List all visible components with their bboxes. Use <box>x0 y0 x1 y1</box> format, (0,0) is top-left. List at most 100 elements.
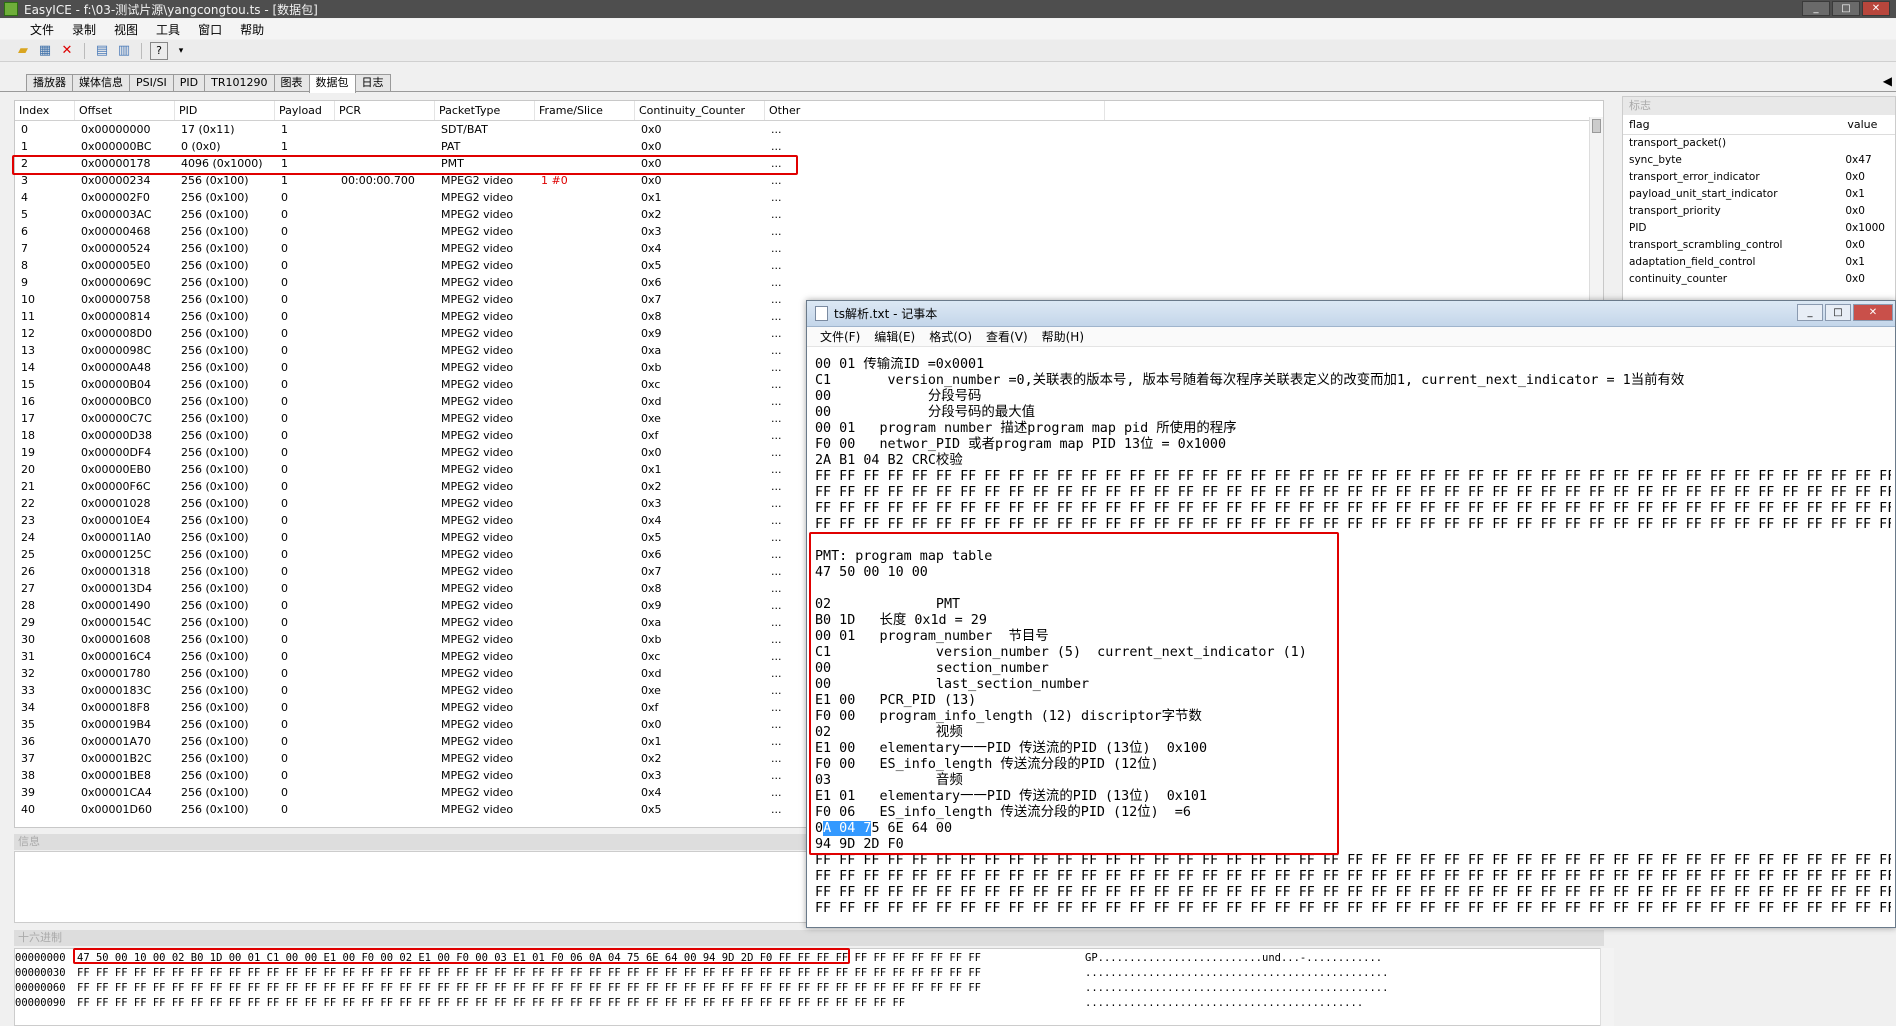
hex-bytes[interactable]: FF FF FF FF FF FF FF FF FF FF FF FF FF F… <box>77 966 981 981</box>
cell-index: 18 <box>21 429 35 442</box>
save-icon[interactable]: ▥ <box>115 42 133 60</box>
tab-scroll-left-icon[interactable]: ◀ <box>1883 74 1892 88</box>
notepad-menu-edit[interactable]: 编辑(E) <box>867 328 922 345</box>
table-row[interactable]: 5 0x000003AC 256 (0x100) 0 MPEG2 video 0x2... <box>15 206 1603 223</box>
notepad-menu-help[interactable]: 帮助(H) <box>1035 328 1091 345</box>
cell-pid: 256 (0x100) <box>181 667 249 680</box>
table-row[interactable]: 6 0x00000468 256 (0x100) 0 MPEG2 video 0x3... <box>15 223 1603 240</box>
cell-payload: 0 <box>281 276 288 289</box>
menu-window[interactable]: 窗口 <box>190 21 230 38</box>
menu-file[interactable]: 文件 <box>22 21 62 38</box>
cell-index: 33 <box>21 684 35 697</box>
flag-row[interactable]: PID 0x1000 <box>1623 220 1895 237</box>
menu-view[interactable]: 视图 <box>106 21 146 38</box>
flag-row[interactable]: transport_scrambling_control 0x0 <box>1623 237 1895 254</box>
table-row[interactable]: 9 0x0000069C 256 (0x100) 0 MPEG2 video 0x6... <box>15 274 1603 291</box>
tab-tr101290[interactable]: TR101290 <box>204 74 275 91</box>
hex-bytes[interactable]: FF FF FF FF FF FF FF FF FF FF FF FF FF F… <box>77 996 905 1011</box>
flag-value: 0x0 <box>1845 205 1865 217</box>
cell-frame-slice <box>535 189 635 206</box>
tab-chart[interactable]: 图表 <box>273 74 310 91</box>
cell-index: 22 <box>21 497 35 510</box>
minimize-icon[interactable]: _ <box>1797 304 1823 321</box>
table-row[interactable]: 8 0x000005E0 256 (0x100) 0 MPEG2 video 0x5... <box>15 257 1603 274</box>
column-header-frame-slice[interactable]: Frame/Slice <box>535 101 635 120</box>
flag-row[interactable]: sync_byte 0x47 <box>1623 152 1895 169</box>
hex-line: 00000030 FF FF FF FF FF FF FF FF FF FF FF… <box>15 966 1388 981</box>
tab-player[interactable]: 播放器 <box>26 74 73 91</box>
tab-media-info[interactable]: 媒体信息 <box>72 74 130 91</box>
cell-payload: 0 <box>281 344 288 357</box>
notepad-menu-format[interactable]: 格式(O) <box>922 328 979 345</box>
column-header-payload[interactable]: Payload <box>275 101 335 120</box>
tab-log[interactable]: 日志 <box>354 74 391 91</box>
table-row[interactable]: 7 0x00000524 256 (0x100) 0 MPEG2 video 0x4... <box>15 240 1603 257</box>
tab-packets[interactable]: 数据包 <box>308 74 356 93</box>
cell-pid: 256 (0x100) <box>181 514 249 527</box>
minimize-icon[interactable]: _ <box>1802 1 1830 16</box>
cell-offset: 0x00000A48 <box>81 361 152 374</box>
column-header-pid[interactable]: PID <box>175 101 275 120</box>
cell-frame-slice <box>535 699 635 716</box>
close-icon[interactable]: ✕ <box>1862 1 1890 16</box>
column-header-pcr[interactable]: PCR <box>335 101 435 120</box>
cell-packettype: MPEG2 video <box>441 378 514 391</box>
cell-index: 4 <box>21 191 28 204</box>
cell-payload: 1 <box>281 123 288 136</box>
tab-psi-si[interactable]: PSI/SI <box>129 74 174 91</box>
cell-pcr <box>335 121 435 138</box>
table-row[interactable]: 4 0x000002F0 256 (0x100) 0 MPEG2 video 0x1... <box>15 189 1603 206</box>
table-row[interactable]: 0 0x00000000 17 (0x11) 1 SDT/BAT 0x0... <box>15 121 1603 138</box>
maximize-icon[interactable]: □ <box>1832 1 1860 16</box>
flag-row[interactable]: transport_error_indicator 0x0 <box>1623 169 1895 186</box>
close-icon[interactable]: ✕ <box>1853 304 1893 321</box>
flag-row[interactable]: transport_priority 0x0 <box>1623 203 1895 220</box>
cell-frame-slice <box>535 393 635 410</box>
column-header-index[interactable]: Index <box>15 101 75 120</box>
hex-bytes[interactable]: FF FF FF FF FF FF FF FF FF FF FF FF FF F… <box>77 981 981 996</box>
close-file-icon[interactable]: ✕ <box>58 42 76 60</box>
menu-help[interactable]: 帮助 <box>232 21 272 38</box>
flag-rows: transport_packet() sync_byte 0x47 transport… <box>1623 135 1895 288</box>
menu-tools[interactable]: 工具 <box>148 21 188 38</box>
column-header-continuity-counter[interactable]: Continuity_Counter <box>635 101 765 120</box>
hex-scrollbar[interactable] <box>1600 948 1614 1026</box>
cell-payload: 0 <box>281 701 288 714</box>
flag-row[interactable]: adaptation_field_control 0x1 <box>1623 254 1895 271</box>
title-bar: EasyICE - f:\03-测试片源\yangcongtou.ts - [数… <box>0 0 1896 18</box>
cell-pid: 256 (0x100) <box>181 718 249 731</box>
cell-frame-slice <box>535 291 635 308</box>
column-header-packettype[interactable]: PacketType <box>435 101 535 120</box>
notepad-window: ts解析.txt - 记事本 _ □ ✕ 文件(F) 编辑(E) 格式(O) 查… <box>806 300 1896 928</box>
document-icon[interactable]: ▤ <box>93 42 111 60</box>
cell-index: 21 <box>21 480 35 493</box>
dropdown-icon[interactable]: ▾ <box>172 42 190 60</box>
flag-row[interactable]: payload_unit_start_indicator 0x1 <box>1623 186 1895 203</box>
cell-pid: 256 (0x100) <box>181 395 249 408</box>
cell-offset: 0x000016C4 <box>81 650 152 663</box>
scrollbar-thumb[interactable] <box>1592 119 1601 133</box>
cell-continuity-counter: 0x5 <box>641 531 662 544</box>
cell-continuity-counter: 0xb <box>641 361 662 374</box>
notepad-line: 2A B1 04 B2 CRC校验 <box>815 453 963 468</box>
menu-record[interactable]: 录制 <box>64 21 104 38</box>
flag-row[interactable]: continuity_counter 0x0 <box>1623 271 1895 288</box>
flag-column-header[interactable]: flag <box>1623 115 1841 134</box>
column-header-other[interactable]: Other <box>765 101 1105 120</box>
cell-index: 31 <box>21 650 35 663</box>
notepad-menu-file[interactable]: 文件(F) <box>813 328 867 345</box>
cell-frame-slice <box>535 580 635 597</box>
column-header-offset[interactable]: Offset <box>75 101 175 120</box>
network-icon[interactable]: ▦ <box>36 42 54 60</box>
cell-pid: 256 (0x100) <box>181 276 249 289</box>
maximize-icon[interactable]: □ <box>1825 304 1851 321</box>
cell-payload: 0 <box>281 361 288 374</box>
table-row[interactable]: 1 0x000000BC 0 (0x0) 1 PAT 0x0... <box>15 138 1603 155</box>
notepad-menu-view[interactable]: 查看(V) <box>979 328 1035 345</box>
help-icon[interactable]: ? <box>150 41 168 60</box>
value-column-header[interactable]: value <box>1841 115 1895 134</box>
cell-pcr <box>335 444 435 461</box>
open-folder-icon[interactable]: ▰ <box>14 42 32 60</box>
tab-pid[interactable]: PID <box>172 74 206 91</box>
flag-row[interactable]: transport_packet() <box>1623 135 1895 152</box>
